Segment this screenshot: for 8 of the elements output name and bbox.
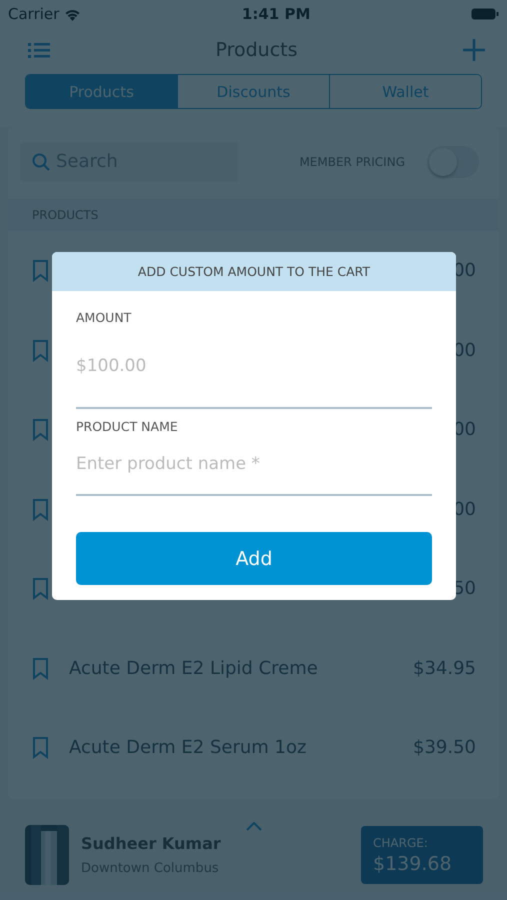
input-field[interactable]: $100.00 xyxy=(76,325,432,409)
input-field[interactable]: Enter product name * xyxy=(76,434,432,496)
clock-time: 1:41 PM xyxy=(242,5,310,23)
carrier-label: Carrier xyxy=(8,5,60,23)
add-button[interactable]: Add xyxy=(76,532,432,585)
field-label: AMOUNT xyxy=(76,310,132,325)
field-label: PRODUCT NAME xyxy=(76,419,179,434)
dialog-title: ADD CUSTOM AMOUNT TO THE CART xyxy=(138,264,370,279)
